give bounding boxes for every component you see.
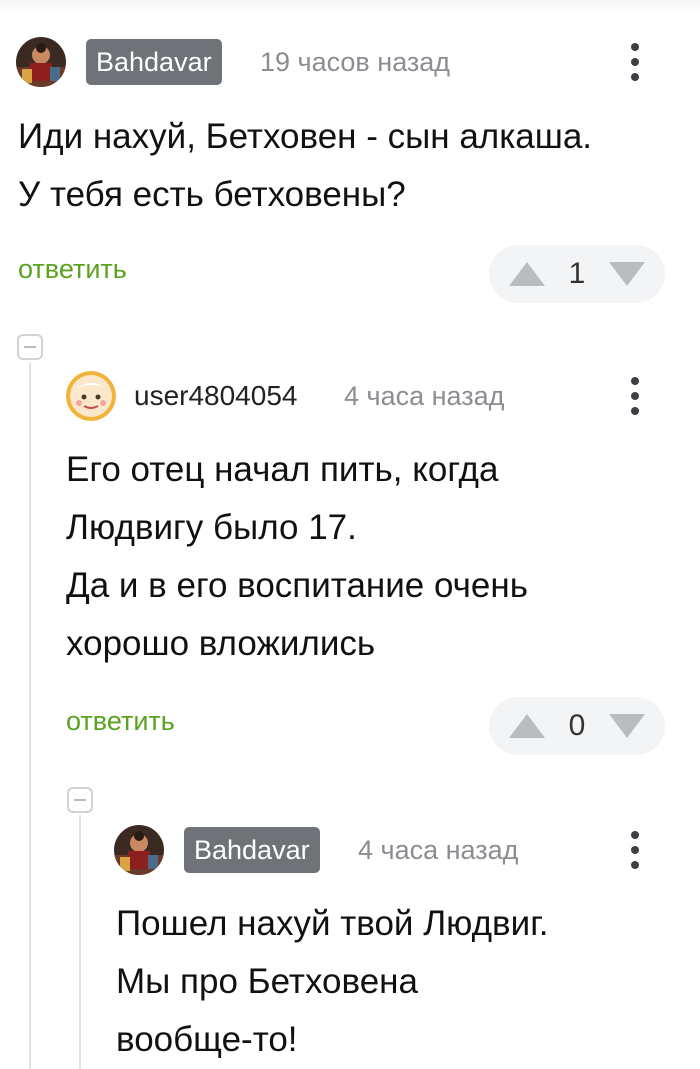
comment-time: 19 часов назад	[260, 47, 451, 77]
comment-line: Иди нахуй, Бетховен - сын алкаша.	[18, 117, 593, 156]
reply-link[interactable]: ответить	[18, 249, 127, 289]
comment-line: хорошо вложились	[66, 624, 376, 663]
dot-icon	[631, 73, 639, 81]
dot-icon	[631, 43, 639, 51]
downvote-arrow-icon[interactable]	[609, 714, 645, 738]
rating-control: 0	[489, 697, 665, 755]
more-options-button[interactable]	[620, 371, 650, 421]
avatar[interactable]	[16, 37, 66, 87]
author-name[interactable]: user4804054	[134, 373, 297, 419]
comment-line: Его отец начал пить, когда	[66, 450, 499, 489]
collapse-thread-button[interactable]	[17, 334, 43, 360]
thread-line	[79, 815, 81, 1069]
rating-control: 1	[489, 245, 665, 303]
cartoon-face-avatar-icon	[66, 371, 116, 421]
author-badge[interactable]: Bahdavar	[86, 39, 222, 85]
more-options-button[interactable]	[620, 825, 650, 875]
collapse-thread-button[interactable]	[67, 787, 93, 813]
comment-line: Людвигу было 17.	[66, 508, 357, 547]
comment-line: У тебя есть бетховены?	[18, 175, 406, 214]
comment-line: Пошел нахуй твой Людвиг.	[116, 904, 549, 943]
dot-icon	[631, 392, 639, 400]
comment-time: 4 часа назад	[358, 835, 519, 865]
comment-text: Пошел нахуй твой Людвиг. Мы про Бетховен…	[116, 895, 548, 1069]
user-photo-avatar-icon	[114, 825, 164, 875]
avatar[interactable]	[66, 371, 116, 421]
comment-text: Иди нахуй, Бетховен - сын алкаша. У тебя…	[18, 108, 592, 224]
comment-text: Его отец начал пить, когда Людвигу было …	[66, 441, 528, 673]
comment-line: Да и в его воспитание очень	[66, 566, 528, 605]
more-options-button[interactable]	[620, 37, 650, 87]
dot-icon	[631, 831, 639, 839]
upvote-arrow-icon[interactable]	[509, 262, 545, 286]
dot-icon	[631, 377, 639, 385]
rating-count: 0	[568, 709, 586, 742]
dot-icon	[631, 861, 639, 869]
comment-line: вообще-то!	[116, 1020, 298, 1059]
avatar[interactable]	[114, 825, 164, 875]
comment-line: Мы про Бетховена	[116, 962, 418, 1001]
user-photo-avatar-icon	[16, 37, 66, 87]
top-edge	[0, 0, 700, 14]
reply-link[interactable]: ответить	[66, 701, 175, 741]
dot-icon	[631, 407, 639, 415]
comment-time: 4 часа назад	[344, 381, 505, 411]
author-badge[interactable]: Bahdavar	[184, 827, 320, 873]
rating-count: 1	[568, 257, 586, 290]
thread-line	[29, 362, 31, 1069]
upvote-arrow-icon[interactable]	[509, 714, 545, 738]
downvote-arrow-icon[interactable]	[609, 262, 645, 286]
dot-icon	[631, 58, 639, 66]
dot-icon	[631, 846, 639, 854]
